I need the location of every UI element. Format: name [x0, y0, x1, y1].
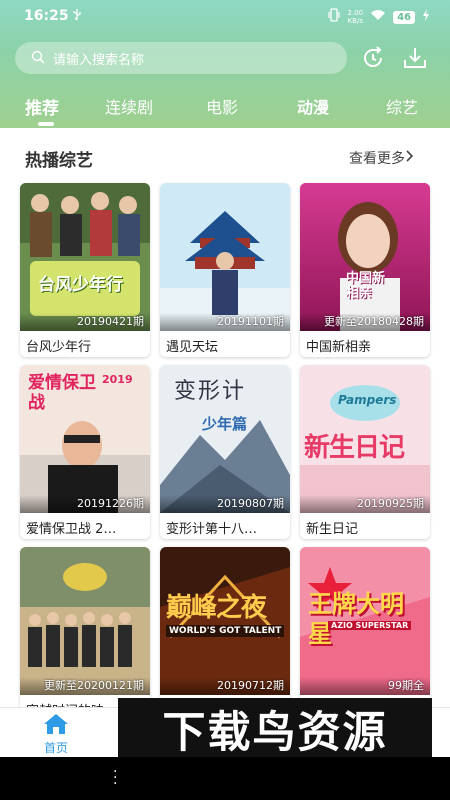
episode-label: 20191226期 [77, 497, 144, 510]
poster-title-text: 变形计 [174, 379, 247, 404]
header-area: 16:25 2.00 KB/s 46 请输入搜索名称 推荐 连续剧 电影 动漫 … [0, 0, 450, 128]
episode-label: 更新至20200121期 [44, 679, 144, 692]
video-card[interactable]: 爱情保卫战 2019 20191226期 爱情保卫战 2… [20, 365, 150, 539]
episode-label: 20190712期 [217, 679, 284, 692]
poster-image: 巅峰之夜 WORLD'S GOT TALENT 20190712期 [160, 547, 290, 695]
episode-label: 20191101期 [217, 315, 284, 328]
poster-image: Pampers 新生日记 20190925期 [300, 365, 430, 513]
home-icon [43, 714, 69, 739]
tab-series[interactable]: 连续剧 [105, 94, 153, 118]
nav-home-label: 首页 [43, 741, 68, 755]
search-input[interactable]: 请输入搜索名称 [15, 42, 347, 74]
watermark-banner: 下载鸟资源 [118, 698, 432, 760]
battery-icon: 46 [393, 10, 415, 24]
see-more-link[interactable]: 查看更多 [349, 148, 415, 168]
poster-year: 2019 [102, 373, 133, 386]
episode-label: 99期全 [388, 679, 424, 692]
poster-title-text: 爱情保卫战 [28, 373, 96, 413]
episode-label: 更新至20180428期 [324, 315, 424, 328]
episode-label: 20190807期 [217, 497, 284, 510]
menu-dots-icon[interactable]: · · · [113, 765, 117, 791]
card-title: 台风少年行 [26, 340, 92, 355]
download-icon [402, 48, 428, 75]
video-card[interactable]: 巅峰之夜 WORLD'S GOT TALENT 20190712期 [160, 547, 290, 721]
search-placeholder: 请输入搜索名称 [53, 52, 145, 68]
wifi-icon [370, 9, 386, 25]
video-card[interactable]: 中国新相亲 更新至20180428期 中国新相亲 [300, 183, 430, 357]
episode-label: 20190925期 [357, 497, 424, 510]
status-time: 16:25 [24, 8, 69, 24]
poster-image: 爱情保卫战 2019 20191226期 [20, 365, 150, 513]
poster-image: 更新至20200121期 [20, 547, 150, 695]
poster-brand: Pampers [338, 393, 397, 407]
video-card[interactable]: 变形计 少年篇 20190807期 变形计第十八… [160, 365, 290, 539]
poster-image: 中国新相亲 更新至20180428期 [300, 183, 430, 331]
poster-title-text: 巅峰之夜 [166, 593, 267, 623]
video-card[interactable]: 台风少年行 20190421期 台风少年行 [20, 183, 150, 357]
card-title: 新生日记 [306, 522, 359, 537]
clock-history-icon [360, 46, 386, 75]
category-tabs: 推荐 连续剧 电影 动漫 综艺 [0, 88, 450, 128]
tab-recommend[interactable]: 推荐 [25, 94, 59, 119]
poster-image: 王牌大明星 AZIO SUPERSTAR 99期全 [300, 547, 430, 695]
section-title: 热播综艺 [25, 151, 93, 171]
search-icon [31, 49, 45, 68]
poster-title-text: 王牌大明星 [308, 590, 404, 648]
poster-image: 变形计 少年篇 20190807期 [160, 365, 290, 513]
system-nav-bar: · · · [0, 757, 450, 800]
poster-english-text: WORLD'S GOT TALENT [166, 625, 285, 637]
poster-title-text: 新生日记 [304, 433, 405, 463]
poster-title-text: 中国新相亲 [346, 271, 386, 301]
poster-english-text: AZIO SUPERSTAR [328, 621, 412, 630]
watermark-text: 下载鸟资源 [162, 708, 388, 758]
poster-image: 20191101期 [160, 183, 290, 331]
download-button[interactable] [402, 45, 428, 71]
tab-anime[interactable]: 动漫 [297, 94, 329, 118]
status-icons: 2.00 KB/s 46 [328, 8, 430, 26]
see-more-label: 查看更多 [349, 151, 405, 167]
nav-home[interactable]: 首页 [36, 713, 76, 756]
video-card[interactable]: Pampers 新生日记 20190925期 新生日记 [300, 365, 430, 539]
video-card[interactable]: 王牌大明星 AZIO SUPERSTAR 99期全 [300, 547, 430, 721]
video-card[interactable]: 20191101期 遇见天坛 [160, 183, 290, 357]
card-title: 变形计第十八… [166, 522, 258, 537]
tab-indicator [38, 122, 54, 126]
network-speed: 2.00 KB/s [347, 9, 364, 25]
card-title: 遇见天坛 [166, 340, 219, 355]
tab-movie[interactable]: 电影 [206, 94, 238, 118]
history-button[interactable] [360, 45, 386, 71]
poster-title-text: 台风少年行 [38, 275, 123, 295]
episode-label: 20190421期 [77, 315, 144, 328]
chevron-right-icon [405, 149, 415, 167]
vibrate-icon [328, 8, 341, 26]
usb-icon [72, 8, 82, 25]
status-bar: 16:25 2.00 KB/s 46 [0, 0, 450, 34]
charging-icon [422, 9, 430, 25]
video-card[interactable]: 更新至20200121期 穿越时间的味… [20, 547, 150, 721]
poster-subtitle: 少年篇 [202, 415, 248, 433]
poster-image: 台风少年行 20190421期 [20, 183, 150, 331]
card-title: 爱情保卫战 2… [26, 522, 117, 537]
tab-variety[interactable]: 综艺 [386, 94, 418, 118]
card-title: 中国新相亲 [306, 340, 372, 355]
